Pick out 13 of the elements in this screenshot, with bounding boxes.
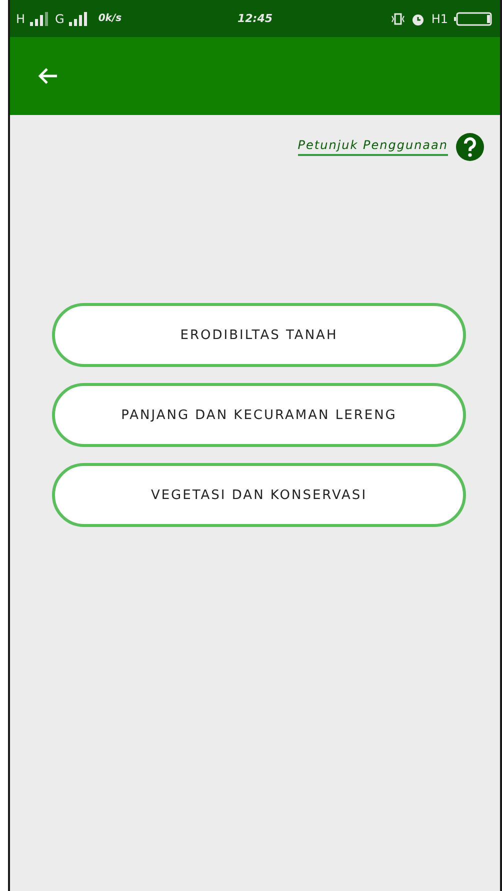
menu-button[interactable]: PANJANG DAN KECURAMAN LERENG (52, 383, 466, 447)
clock: 12:45 (238, 12, 273, 25)
menu-button[interactable]: VEGETASI DAN KONSERVASI (52, 463, 466, 527)
network-type: G (55, 12, 64, 26)
network-speed: 0k/s (98, 13, 122, 24)
help-icon[interactable] (456, 133, 484, 161)
help-link[interactable]: Petunjuk Penggunaan (298, 138, 448, 156)
menu-button[interactable]: ERODIBILTAS TANAH (52, 303, 466, 367)
alarm-icon (411, 12, 426, 26)
network-type: H (16, 12, 26, 26)
vibrate-icon (391, 12, 406, 24)
battery-icon (454, 12, 494, 26)
network-type: H1 (431, 12, 448, 26)
